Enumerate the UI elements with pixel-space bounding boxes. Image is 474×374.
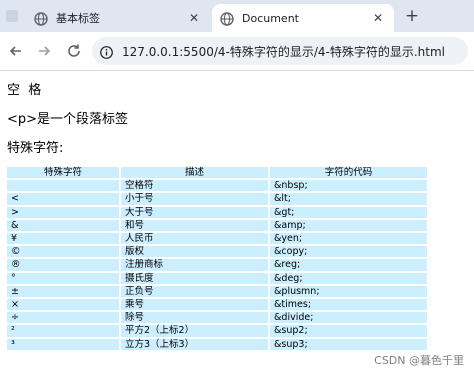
- close-icon[interactable]: ✕: [186, 10, 202, 26]
- desc-cell: 乘号: [120, 298, 269, 312]
- tab-strip: 基本标签 ✕ Document ✕ +: [0, 0, 474, 32]
- code-cell: &copy;: [269, 245, 428, 259]
- code-cell: &sup2;: [269, 324, 428, 338]
- desc-cell: 除号: [120, 311, 269, 325]
- globe-icon: [220, 11, 234, 26]
- table-row: < 小于号 &lt;: [6, 192, 428, 206]
- char-cell: ©: [6, 245, 120, 259]
- code-cell: &lt;: [269, 192, 428, 206]
- tab-document[interactable]: Document ✕: [212, 4, 394, 32]
- code-cell: &divide;: [269, 311, 428, 325]
- table-row: 空格符 &nbsp;: [6, 179, 428, 193]
- table-row: ® 注册商标 &reg;: [6, 258, 428, 272]
- code-cell: &plusmn;: [269, 284, 428, 299]
- tab-title: Document: [242, 11, 299, 25]
- desc-cell: 大于号: [120, 205, 269, 219]
- desc-cell: 注册商标: [120, 258, 269, 272]
- reload-button[interactable]: [64, 41, 84, 61]
- code-cell: &times;: [269, 298, 428, 312]
- code-cell: &reg;: [269, 258, 428, 272]
- desc-cell: 版权: [120, 245, 269, 259]
- p-tag-paragraph: <p>是一个段落标签: [7, 112, 129, 127]
- back-button[interactable]: [6, 41, 26, 61]
- table-header-row: 特殊字符 描述 字符的代码: [6, 166, 428, 180]
- char-cell: >: [6, 205, 120, 219]
- table-row: ³ 立方3（上标3） &sup3;: [6, 337, 428, 351]
- special-chars-table: 特殊字符 描述 字符的代码 空格符 &nbsp; < 小于号 &lt; > 大于号 &gt; &…: [6, 166, 428, 351]
- char-cell: ®: [6, 258, 120, 272]
- table-row: ° 摄氏度 &deg;: [6, 271, 428, 285]
- url-text: 127.0.0.1:5500/4-特殊字符的显示/4-特殊字符的显示.html: [122, 45, 445, 59]
- table-row: > 大于号 &gt;: [6, 205, 428, 219]
- char-cell: ²: [6, 324, 120, 338]
- csdn-watermark: CSDN @暮色千里: [374, 354, 464, 367]
- char-cell: ³: [6, 337, 120, 351]
- table-row: ± 正负号 &plusmn;: [6, 284, 428, 299]
- desc-cell: 摄氏度: [120, 271, 269, 285]
- info-icon[interactable]: [100, 44, 113, 59]
- column-header-char: 特殊字符: [6, 166, 120, 180]
- desc-cell: 正负号: [120, 284, 269, 299]
- close-icon[interactable]: ✕: [370, 10, 386, 26]
- code-cell: &amp;: [269, 218, 428, 233]
- code-cell: &deg;: [269, 271, 428, 285]
- page-content: 空 格 <p>是一个段落标签 特殊字符: 特殊字符 描述 字符的代码 空格符 &n…: [0, 71, 474, 374]
- address-bar[interactable]: 127.0.0.1:5500/4-特殊字符的显示/4-特殊字符的显示.html: [92, 37, 468, 65]
- char-cell: ¥: [6, 232, 120, 246]
- desc-cell: 空格符: [120, 179, 269, 193]
- char-cell: [6, 179, 120, 193]
- desc-cell: 和号: [120, 218, 269, 233]
- desc-cell: 人民币: [120, 232, 269, 246]
- column-header-desc: 描述: [120, 166, 269, 180]
- space-heading: 空 格: [7, 83, 42, 98]
- desc-cell: 小于号: [120, 192, 269, 206]
- code-cell: &sup3;: [269, 337, 428, 351]
- char-cell: ×: [6, 298, 120, 312]
- tab-title: 基本标签: [56, 12, 100, 25]
- char-cell: °: [6, 271, 120, 285]
- char-cell: <: [6, 192, 120, 206]
- desc-cell: 立方3（上标3）: [120, 337, 269, 351]
- table-row: ² 平方2（上标2） &sup2;: [6, 324, 428, 338]
- table-row: × 乘号 &times;: [6, 298, 428, 312]
- browser-toolbar: 127.0.0.1:5500/4-特殊字符的显示/4-特殊字符的显示.html: [0, 32, 474, 71]
- code-cell: &nbsp;: [269, 179, 428, 193]
- char-cell: ±: [6, 284, 120, 299]
- desc-cell: 平方2（上标2）: [120, 324, 269, 338]
- code-cell: &gt;: [269, 205, 428, 219]
- tab-basic-tags[interactable]: 基本标签 ✕: [26, 4, 210, 32]
- column-header-code: 字符的代码: [269, 166, 428, 180]
- special-chars-title: 特殊字符:: [7, 141, 64, 156]
- new-tab-button[interactable]: +: [402, 6, 422, 26]
- table-row: © 版权 &copy;: [6, 245, 428, 259]
- code-cell: &yen;: [269, 232, 428, 246]
- char-cell: ÷: [6, 311, 120, 325]
- forward-button[interactable]: [34, 41, 54, 61]
- table-row: ¥ 人民币 &yen;: [6, 232, 428, 246]
- tab-search-icon[interactable]: [6, 10, 18, 22]
- globe-icon: [34, 11, 48, 26]
- table-row: ÷ 除号 &divide;: [6, 311, 428, 325]
- char-cell: &: [6, 218, 120, 233]
- table-row: & 和号 &amp;: [6, 218, 428, 233]
